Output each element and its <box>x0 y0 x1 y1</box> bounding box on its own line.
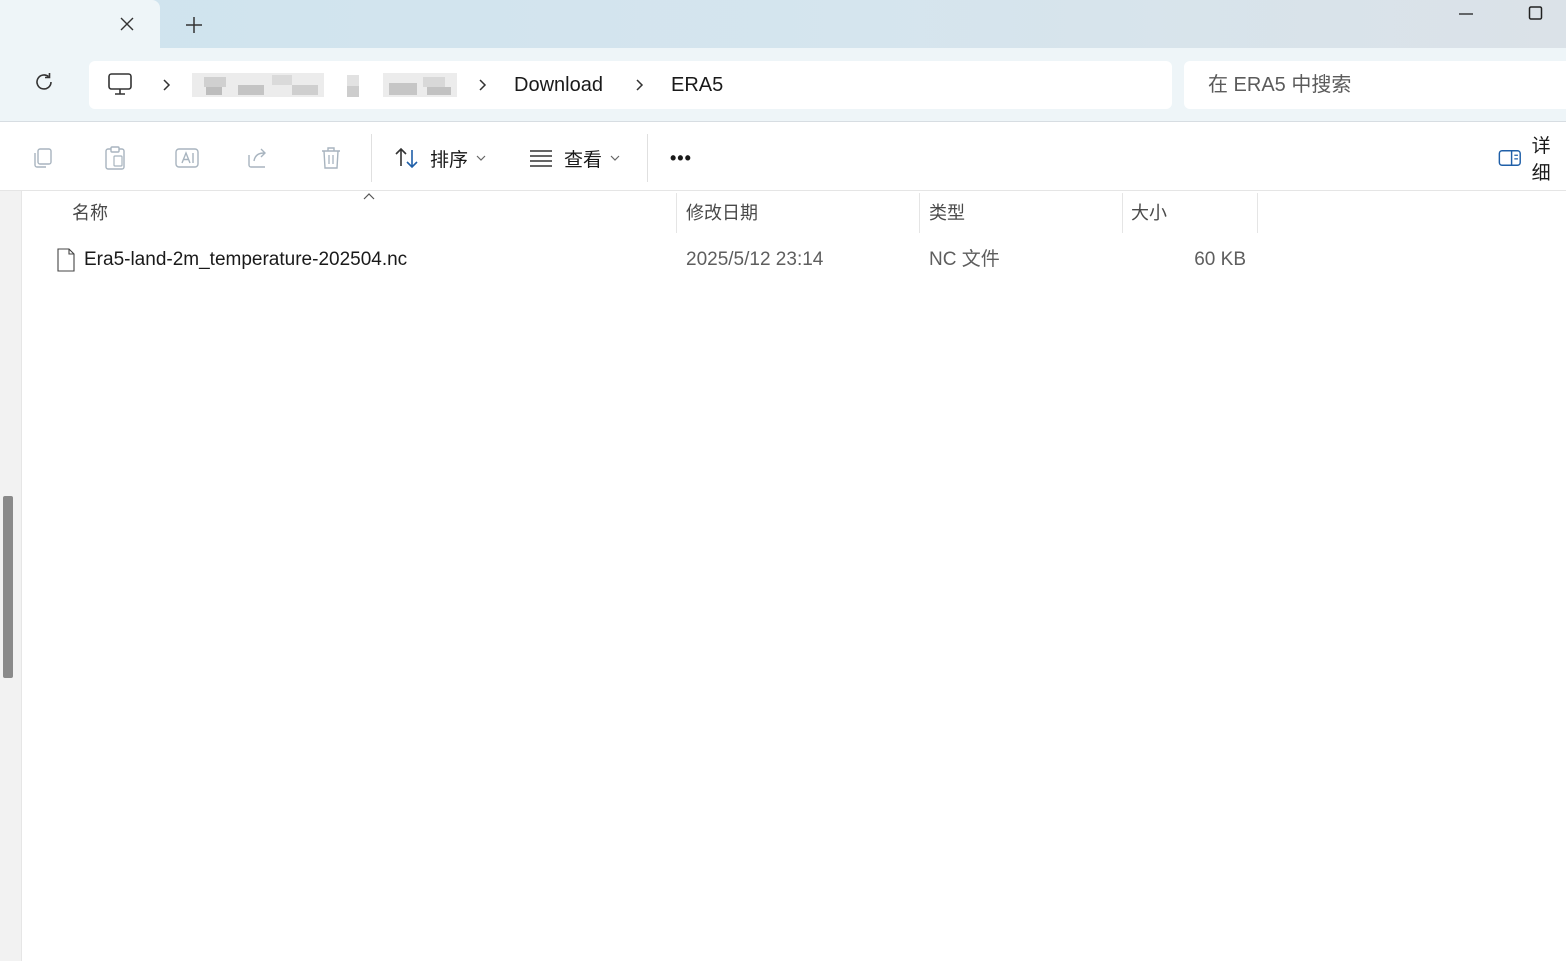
column-divider[interactable] <box>1122 193 1123 233</box>
maximize-icon <box>1528 6 1543 20</box>
navigation-pane <box>0 191 22 961</box>
redacted-path-segment[interactable] <box>383 73 457 97</box>
file-icon <box>57 248 75 272</box>
title-bar <box>0 0 1566 48</box>
paste-button[interactable] <box>99 142 131 174</box>
breadcrumb[interactable]: Download ERA5 <box>89 61 1172 109</box>
copy-button[interactable] <box>27 142 59 174</box>
minimize-button[interactable] <box>1448 0 1484 24</box>
trash-icon <box>322 147 340 169</box>
sort-ascending-icon <box>363 193 375 200</box>
column-header-name[interactable]: 名称 <box>72 191 108 235</box>
chevron-down-icon <box>476 155 486 161</box>
more-icon: ••• <box>670 147 692 168</box>
view-button[interactable]: 查看 <box>528 138 620 178</box>
close-tab-button[interactable] <box>113 10 141 38</box>
more-options-button[interactable]: ••• <box>670 138 692 178</box>
this-pc-button[interactable] <box>107 71 135 99</box>
toolbar-divider <box>371 134 372 182</box>
file-name[interactable]: Era5-land-2m_temperature-202504.nc <box>84 240 407 280</box>
details-label: 详细 <box>1531 136 1551 184</box>
redacted-path-segment[interactable] <box>347 75 359 97</box>
breadcrumb-separator[interactable] <box>631 75 647 95</box>
refresh-icon <box>36 73 52 90</box>
share-button[interactable] <box>243 142 275 174</box>
sort-label: 排序 <box>430 149 469 171</box>
delete-button[interactable] <box>315 142 347 174</box>
rename-icon <box>175 148 199 168</box>
chevron-right-icon <box>636 79 644 91</box>
file-modified: 2025/5/12 23:14 <box>686 249 824 270</box>
column-header-type[interactable]: 类型 <box>929 191 965 235</box>
new-tab-button[interactable] <box>178 10 210 40</box>
redacted-path-segment[interactable] <box>192 73 324 97</box>
search-box[interactable] <box>1184 61 1566 109</box>
copy-icon <box>34 148 52 168</box>
pixelated-block-icon <box>192 73 324 97</box>
breadcrumb-separator[interactable] <box>474 75 490 95</box>
scrollbar-thumb[interactable] <box>3 496 13 678</box>
breadcrumb-separator[interactable] <box>158 75 174 95</box>
file-type: NC 文件 <box>929 249 1000 270</box>
pixelated-block-icon <box>383 73 457 97</box>
column-divider[interactable] <box>676 193 677 233</box>
column-divider[interactable] <box>1257 193 1258 233</box>
chevron-right-icon <box>479 79 487 91</box>
clipboard-icon <box>105 146 125 170</box>
share-icon <box>248 148 266 168</box>
command-bar: 排序 查看 ••• 详细 <box>0 121 1566 191</box>
column-divider[interactable] <box>919 193 920 233</box>
active-tab[interactable] <box>0 0 160 48</box>
column-header-row: 名称 修改日期 类型 大小 <box>24 191 1566 235</box>
monitor-icon <box>108 73 132 95</box>
minimize-icon <box>1459 13 1473 15</box>
column-header-size[interactable]: 大小 <box>1131 191 1167 235</box>
close-icon <box>120 17 134 31</box>
file-row[interactable]: Era5-land-2m_temperature-202504.nc 2025/… <box>46 240 1258 280</box>
pixelated-block-icon <box>347 75 359 97</box>
breadcrumb-item-era5[interactable]: ERA5 <box>671 61 723 109</box>
view-label: 查看 <box>564 149 603 171</box>
file-size: 60 KB <box>1194 249 1246 270</box>
chevron-down-icon <box>610 155 620 161</box>
chevron-right-icon <box>163 79 171 91</box>
maximize-button[interactable] <box>1518 0 1554 24</box>
toolbar-divider <box>647 134 648 182</box>
sort-arrows-icon <box>395 147 418 169</box>
rename-button[interactable] <box>171 142 203 174</box>
search-input[interactable] <box>1206 61 1566 109</box>
details-pane-icon <box>1498 150 1521 166</box>
address-row: Download ERA5 <box>0 48 1566 121</box>
sort-button[interactable]: 排序 <box>394 138 486 178</box>
breadcrumb-item-download[interactable]: Download <box>514 61 603 109</box>
plus-icon <box>186 17 202 33</box>
list-view-icon <box>530 150 552 167</box>
details-pane-button[interactable]: 详细 <box>1498 136 1566 184</box>
refresh-button[interactable] <box>26 64 62 100</box>
column-header-modified[interactable]: 修改日期 <box>686 191 758 235</box>
